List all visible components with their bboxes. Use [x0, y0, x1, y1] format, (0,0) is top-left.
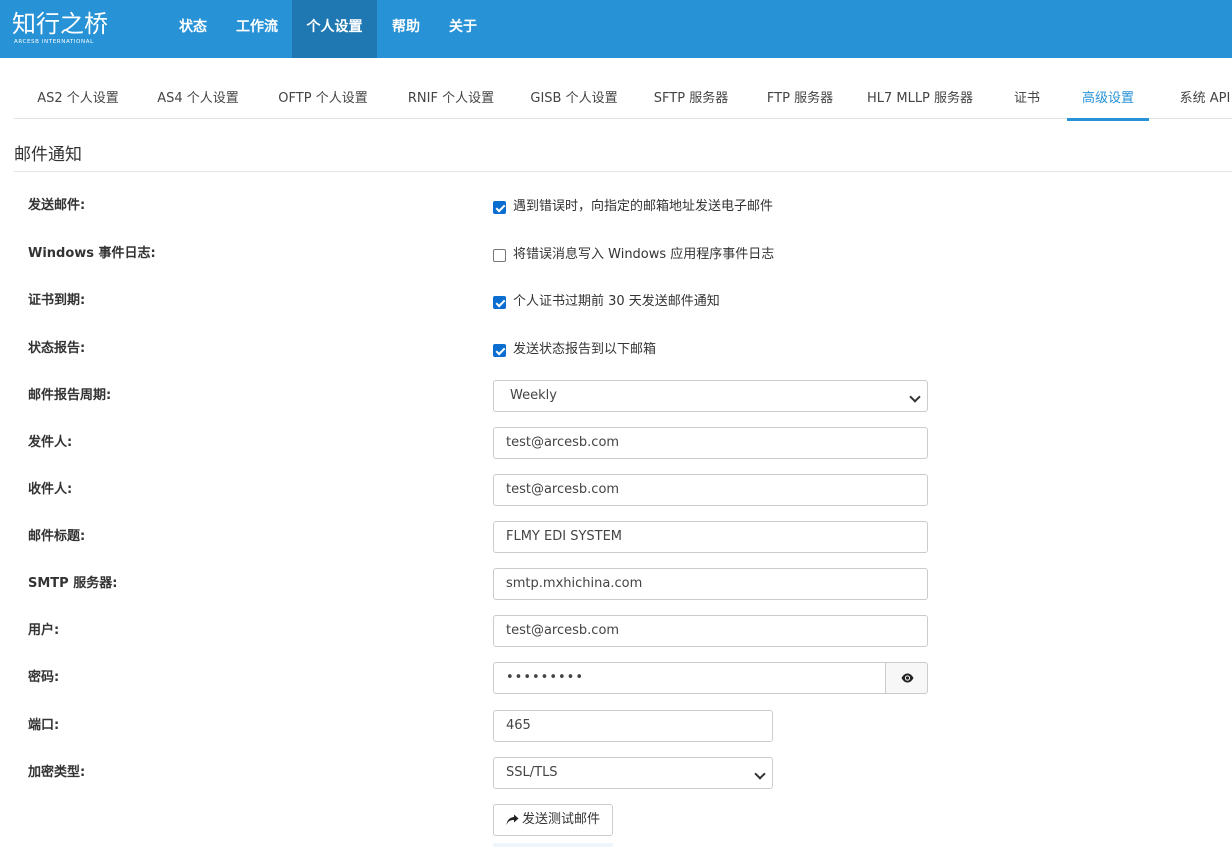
top-navbar: 知行之桥 ARCESB INTERNATIONAL 状态 工作流 个人设置 帮助…	[0, 0, 1232, 58]
brand-tagline: ARCESB INTERNATIONAL	[14, 39, 94, 45]
windows-log-label: Windows 事件日志:	[28, 246, 156, 261]
password-input[interactable]: •••••••••	[493, 662, 886, 694]
cert-expiry-text: 个人证书过期前 30 天发送邮件通知	[513, 294, 720, 309]
subject-input[interactable]: FLMY EDI SYSTEM	[493, 521, 928, 553]
windows-log-checkbox[interactable]	[493, 249, 506, 262]
brand-name: 知行之桥	[12, 10, 108, 38]
send-email-checkbox[interactable]	[493, 201, 506, 214]
tab-as2-profile[interactable]: AS2 个人设置	[28, 60, 128, 118]
nav-item-profile[interactable]: 个人设置	[292, 0, 377, 58]
encryption-value: SSL/TLS	[506, 765, 558, 780]
tab-hl7-mllp-server[interactable]: HL7 MLLP 服务器	[862, 60, 978, 118]
chevron-down-icon	[909, 391, 921, 403]
cert-expiry-checkbox[interactable]	[493, 296, 506, 309]
user-input[interactable]: test@arcesb.com	[493, 615, 928, 647]
subject-label: 邮件标题:	[28, 529, 86, 544]
encryption-label: 加密类型:	[28, 765, 86, 780]
eye-icon	[901, 673, 914, 683]
password-label: 密码:	[28, 670, 60, 685]
nav-item-about[interactable]: 关于	[437, 0, 489, 58]
sender-label: 发件人:	[28, 435, 73, 450]
scroll-hint	[493, 843, 613, 847]
user-label: 用户:	[28, 623, 60, 638]
chevron-down-icon	[754, 768, 766, 780]
active-tab-indicator	[1067, 118, 1149, 121]
tab-gisb-profile[interactable]: GISB 个人设置	[522, 60, 626, 118]
cert-expiry-label: 证书到期:	[28, 293, 86, 308]
status-report-text: 发送状态报告到以下邮箱	[513, 342, 657, 357]
section-divider	[14, 171, 1232, 172]
sender-input[interactable]: test@arcesb.com	[493, 427, 928, 459]
section-title: 邮件通知	[14, 145, 82, 165]
status-report-checkbox[interactable]	[493, 344, 506, 357]
report-period-value: Weekly	[510, 388, 557, 403]
tab-rnif-profile[interactable]: RNIF 个人设置	[396, 60, 506, 118]
status-report-label: 状态报告:	[28, 341, 86, 356]
recipient-input[interactable]: test@arcesb.com	[493, 474, 928, 506]
send-email-text: 遇到错误时，向指定的邮箱地址发送电子邮件	[513, 199, 774, 214]
encryption-select[interactable]: SSL/TLS	[493, 757, 773, 789]
report-period-select[interactable]: Weekly	[493, 380, 928, 412]
windows-log-text: 将错误消息写入 Windows 应用程序事件日志	[513, 247, 775, 262]
nav-item-help[interactable]: 帮助	[380, 0, 432, 58]
port-input[interactable]: 465	[493, 710, 773, 742]
smtp-server-input[interactable]: smtp.mxhichina.com	[493, 568, 928, 600]
brand-logo[interactable]: 知行之桥 ARCESB INTERNATIONAL	[12, 9, 112, 49]
send-email-label: 发送邮件:	[28, 198, 86, 213]
tab-as4-profile[interactable]: AS4 个人设置	[148, 60, 248, 118]
report-period-label: 邮件报告周期:	[28, 388, 112, 403]
tab-advanced-settings[interactable]: 高级设置	[1067, 60, 1149, 118]
tab-ftp-server[interactable]: FTP 服务器	[760, 60, 840, 118]
tab-sftp-server[interactable]: SFTP 服务器	[646, 60, 736, 118]
recipient-label: 收件人:	[28, 482, 73, 497]
tab-certificates[interactable]: 证书	[1008, 60, 1046, 118]
smtp-server-label: SMTP 服务器:	[28, 576, 118, 591]
nav-item-status[interactable]: 状态	[166, 0, 220, 58]
tab-oftp-profile[interactable]: OFTP 个人设置	[268, 60, 378, 118]
send-test-email-label: 发送测试邮件	[522, 812, 601, 827]
port-label: 端口:	[28, 718, 60, 733]
share-arrow-icon	[506, 814, 519, 825]
send-test-email-button[interactable]: 发送测试邮件	[493, 804, 613, 836]
profile-subtabs: AS2 个人设置 AS4 个人设置 OFTP 个人设置 RNIF 个人设置 GI…	[14, 60, 1232, 119]
show-password-button[interactable]	[885, 662, 928, 694]
tab-system-api[interactable]: 系统 API	[1170, 60, 1232, 118]
nav-item-workflow[interactable]: 工作流	[224, 0, 290, 58]
